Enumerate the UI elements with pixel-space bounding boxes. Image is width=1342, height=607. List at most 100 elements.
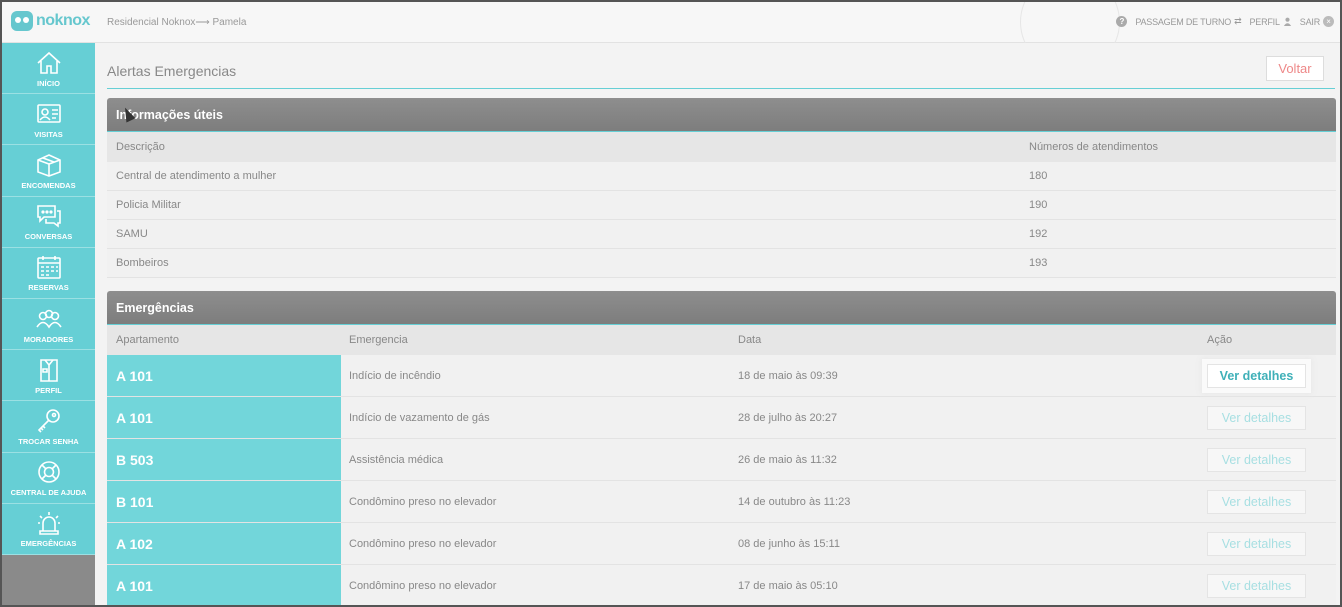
view-details-button[interactable]: Ver detalhes	[1207, 531, 1306, 556]
logout-link[interactable]: SAIR ×	[1300, 16, 1334, 27]
sidebar-item-encomendas[interactable]: ENCOMENDAS	[2, 145, 95, 197]
chat-icon	[36, 205, 61, 228]
key-icon	[37, 409, 60, 433]
main-content: Alertas Emergencias Voltar Informações ú…	[95, 43, 1342, 607]
brand-name: noknox	[36, 12, 90, 29]
table-header: Descrição Números de atendimentos	[107, 132, 1336, 162]
sidebar-item-moradores[interactable]: MORADORES	[2, 299, 95, 351]
sidebar-item-label: PERFIL	[35, 385, 62, 395]
close-circle-icon: ×	[1323, 16, 1334, 27]
sidebar-item-label: INÍCIO	[37, 78, 60, 88]
emergency-cell: Indício de incêndio	[349, 369, 441, 382]
number-cell: 180	[1029, 170, 1048, 182]
box-icon	[36, 154, 61, 177]
action-cell: Ver detalhes	[1198, 489, 1336, 514]
sidebar-item-central-de-ajuda[interactable]: CENTRAL DE AJUDA	[2, 453, 95, 504]
date-cell: 17 de maio às 05:10	[738, 579, 838, 592]
sidebar-item-inicio[interactable]: INÍCIO	[2, 43, 95, 95]
apartment-cell: B 503	[107, 439, 341, 480]
table-row: A 101 Condômino preso no elevador 17 de …	[107, 565, 1336, 607]
column-header-emergency: Emergencia	[349, 334, 408, 346]
useful-info-panel: Informações úteis Descrição Números de a…	[107, 98, 1336, 278]
shift-change-link[interactable]: PASSAGEM DE TURNO ⇄	[1135, 16, 1241, 27]
view-details-button[interactable]: Ver detalhes	[1207, 363, 1306, 388]
top-nav: ? PASSAGEM DE TURNO ⇄ PERFIL SAIR ×	[1116, 16, 1334, 27]
number-cell: 193	[1029, 257, 1048, 269]
sidebar-item-label: VISITAS	[34, 129, 63, 139]
table-row: A 101 Indício de incêndio 18 de maio às …	[107, 355, 1336, 397]
sidebar-item-conversas[interactable]: CONVERSAS	[2, 197, 95, 248]
action-cell: Ver detalhes	[1198, 531, 1336, 556]
table-row: A 101 Indício de vazamento de gás 28 de …	[107, 397, 1336, 439]
description-cell: Central de atendimento a mulher	[116, 170, 277, 182]
table-row: Bombeiros 193	[107, 249, 1336, 278]
apartment-cell: A 101	[107, 355, 341, 396]
date-cell: 26 de maio às 11:32	[738, 453, 837, 466]
action-cell: Ver detalhes	[1198, 447, 1336, 472]
sidebar-item-label: ENCOMENDAS	[21, 180, 76, 190]
emergency-cell: Indício de vazamento de gás	[349, 411, 490, 424]
table-row: B 503 Assistência médica 26 de maio às 1…	[107, 439, 1336, 481]
sidebar-item-label: RESERVAS	[28, 283, 69, 293]
sidebar-item-trocar-senha[interactable]: TROCAR SENHA	[2, 401, 95, 453]
sidebar-item-label: CONVERSAS	[24, 232, 73, 242]
people-icon	[35, 309, 62, 328]
sidebar-item-emergencias[interactable]: EMERGÊNCIAS	[2, 504, 95, 555]
breadcrumb: Residencial Noknox⟶ Pamela	[107, 17, 247, 28]
apartment-cell: A 101	[107, 397, 341, 438]
view-details-button[interactable]: Ver detalhes	[1207, 489, 1306, 514]
view-details-button[interactable]: Ver detalhes	[1207, 405, 1306, 430]
calendar-icon	[36, 256, 61, 280]
apartment-cell: A 101	[107, 565, 341, 606]
view-details-button[interactable]: Ver detalhes	[1207, 573, 1306, 598]
sidebar-item-visitas[interactable]: VISITAS	[2, 94, 95, 146]
date-cell: 28 de julho às 20:27	[738, 411, 838, 424]
swap-icon: ⇄	[1234, 16, 1242, 26]
table-header: Apartamento Emergencia Data Ação	[107, 325, 1336, 355]
table-row: Central de atendimento a mulher 180	[107, 162, 1336, 191]
shift-change-label: PASSAGEM DE TURNO	[1135, 16, 1232, 27]
panel-header: Emergências	[107, 291, 1336, 325]
shirt-icon	[39, 358, 58, 382]
date-cell: 14 de outubro às 11:23	[738, 495, 851, 508]
action-cell: Ver detalhes	[1198, 573, 1336, 598]
column-header-action: Ação	[1207, 334, 1233, 346]
apartment-cell: B 101	[107, 481, 341, 522]
view-details-button[interactable]: Ver detalhes	[1207, 447, 1306, 472]
number-cell: 190	[1029, 199, 1048, 211]
description-cell: Policia Militar	[116, 199, 181, 211]
action-cell: Ver detalhes	[1198, 405, 1336, 430]
column-header-numbers: Números de atendimentos	[1029, 141, 1159, 153]
sidebar-item-reservas[interactable]: RESERVAS	[2, 248, 95, 299]
user-icon	[1283, 17, 1291, 26]
home-icon	[36, 51, 61, 74]
column-header-description: Descrição	[116, 141, 165, 153]
logout-label: SAIR	[1299, 16, 1320, 27]
description-cell: Bombeiros	[116, 257, 169, 269]
panel-header: Informações úteis	[107, 98, 1336, 132]
owl-logo-icon	[11, 11, 33, 31]
table-row: A 102 Condômino preso no elevador 08 de …	[107, 523, 1336, 565]
column-header-apartment: Apartamento	[116, 334, 179, 346]
table-row: SAMU 192	[107, 220, 1336, 249]
top-bar: noknox Residencial Noknox⟶ Pamela ? PASS…	[2, 0, 1340, 72]
sidebar-item-label: EMERGÊNCIAS	[20, 539, 77, 549]
back-button[interactable]: Voltar	[1266, 56, 1324, 81]
emergencies-panel: Emergências Apartamento Emergencia Data …	[107, 291, 1336, 607]
title-divider	[107, 88, 1335, 89]
emergency-cell: Condômino preso no elevador	[349, 579, 497, 592]
help-icon[interactable]: ?	[1116, 16, 1128, 27]
sidebar-item-label: MORADORES	[23, 334, 74, 344]
page-title: Alertas Emergencias	[107, 63, 237, 79]
sidebar-footer	[2, 555, 95, 607]
action-cell: Ver detalhes	[1198, 363, 1336, 388]
profile-link[interactable]: PERFIL	[1249, 17, 1291, 27]
emergency-cell: Condômino preso no elevador	[349, 495, 497, 508]
apartment-cell: A 102	[107, 523, 341, 564]
brand-logo[interactable]: noknox	[11, 11, 90, 31]
date-cell: 08 de junho às 15:11	[738, 537, 840, 550]
sidebar-item-perfil[interactable]: PERFIL	[2, 350, 95, 402]
emergency-cell: Condômino preso no elevador	[349, 537, 497, 550]
sidebar: INÍCIO VISITAS ENCOMENDAS CONVERSAS RESE…	[2, 43, 95, 555]
date-cell: 18 de maio às 09:39	[738, 369, 838, 382]
